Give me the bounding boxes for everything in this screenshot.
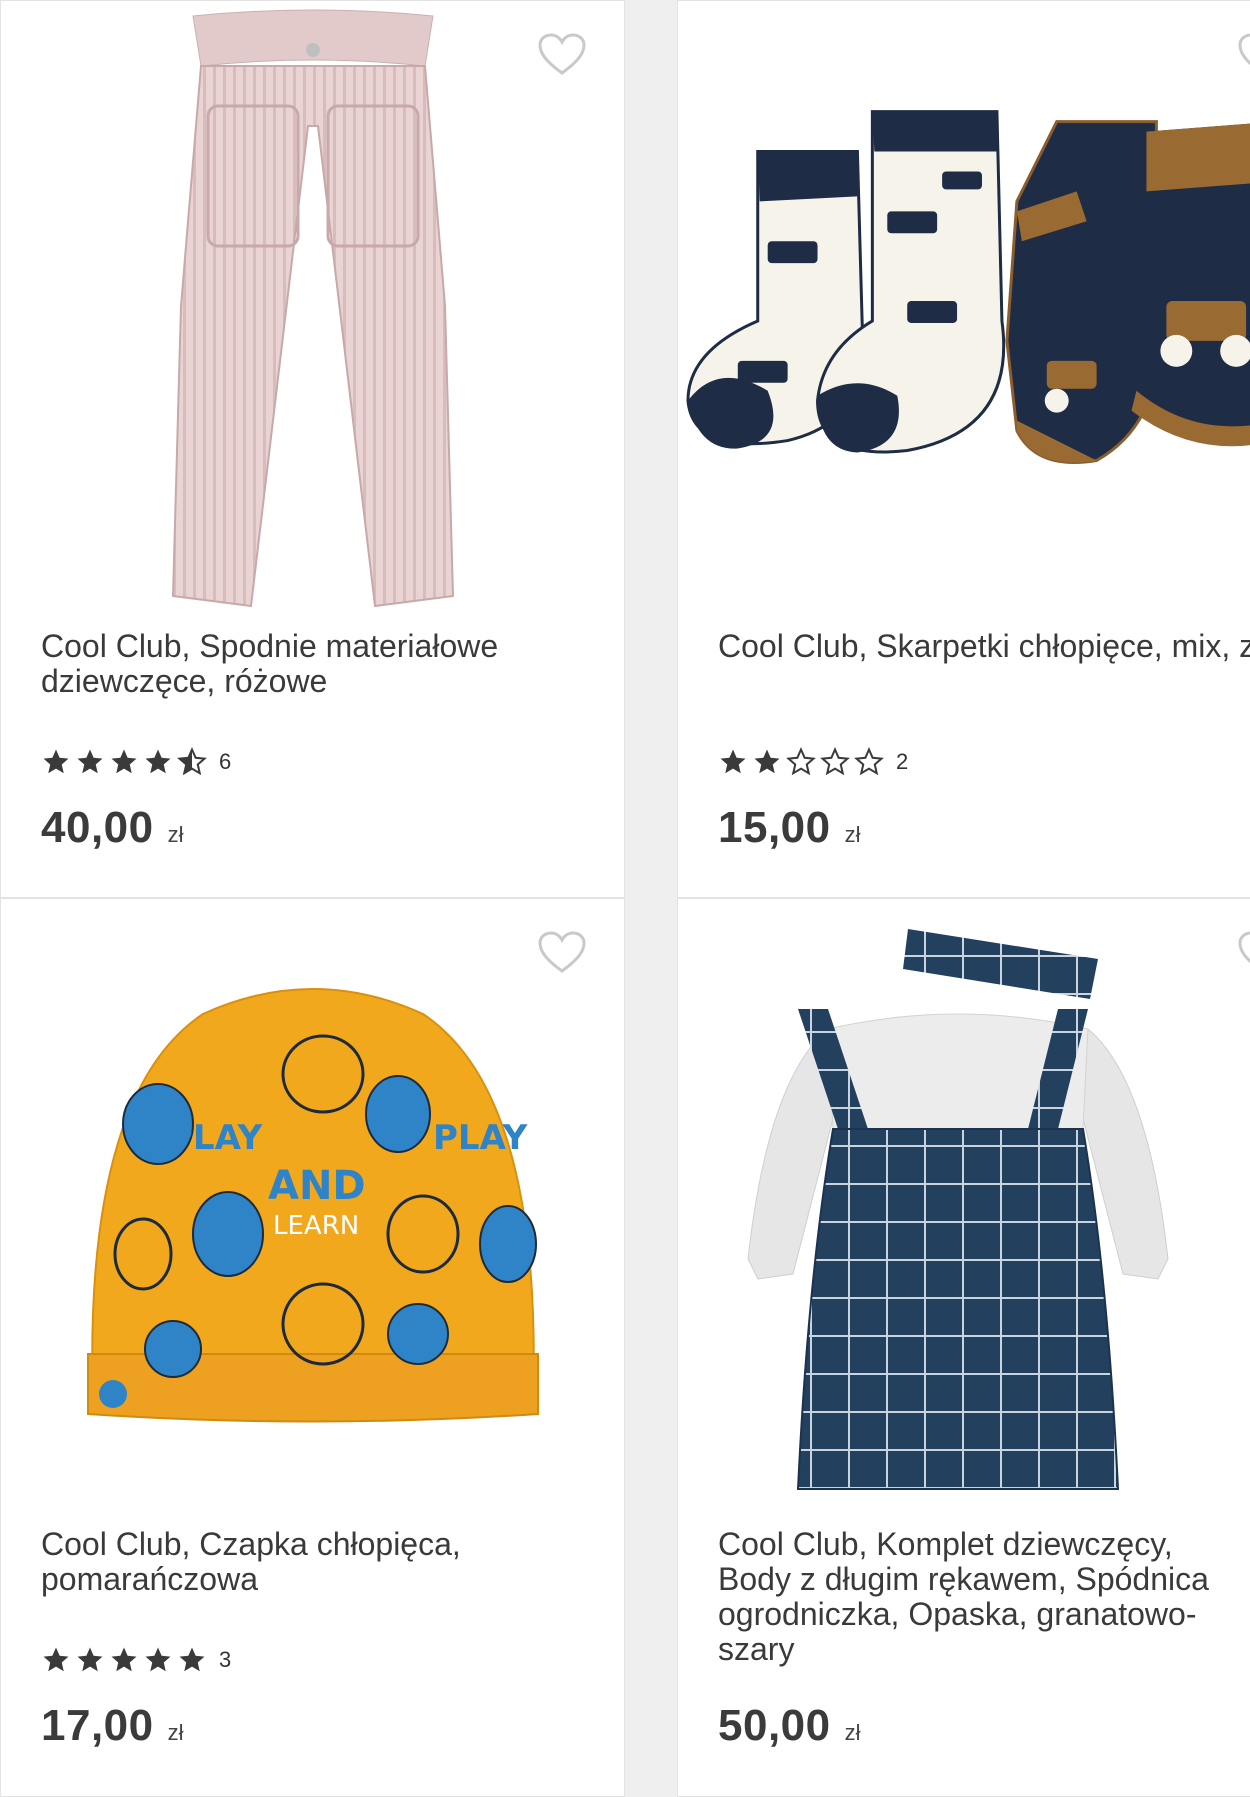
- product-price: 40,00 zł: [41, 803, 184, 853]
- star-filled-icon: [109, 747, 139, 777]
- price-amount: 40,00: [41, 803, 154, 852]
- star-filled-icon: [143, 1645, 173, 1675]
- star-filled-icon: [177, 1645, 207, 1675]
- price-amount: 50,00: [718, 1701, 831, 1750]
- product-rating: 3: [41, 1645, 231, 1675]
- product-card-socks[interactable]: Cool Club, Skarpetki chłopięce, mix, zes…: [677, 0, 1250, 898]
- product-title[interactable]: Cool Club, Spodnie materiałowe dziewczęc…: [41, 629, 601, 699]
- review-count: 6: [219, 749, 232, 774]
- price-currency: zł: [844, 1720, 861, 1745]
- star-outline-icon: [820, 747, 850, 777]
- star-filled-icon: [109, 1645, 139, 1675]
- product-image-socks[interactable]: [678, 1, 1250, 621]
- svg-text:AND: AND: [268, 1163, 366, 1209]
- product-price: 50,00 zł: [718, 1701, 861, 1751]
- product-title[interactable]: Cool Club, Czapka chłopięca, pomarańczow…: [41, 1527, 511, 1597]
- price-amount: 15,00: [718, 803, 831, 852]
- star-filled-icon: [41, 1645, 71, 1675]
- product-rating: 2: [718, 747, 908, 777]
- product-price: 17,00 zł: [41, 1701, 184, 1751]
- review-count: 2: [896, 749, 909, 774]
- star-filled-icon: [75, 747, 105, 777]
- product-rating: 6: [41, 747, 231, 777]
- price-amount: 17,00: [41, 1701, 154, 1750]
- product-title[interactable]: Cool Club, Komplet dziewczęcy, Body z dł…: [718, 1527, 1248, 1667]
- price-currency: zł: [167, 1720, 184, 1745]
- product-card-pants[interactable]: Cool Club, Spodnie materiałowe dziewczęc…: [0, 0, 625, 898]
- product-image-pants[interactable]: [1, 1, 624, 621]
- product-title[interactable]: Cool Club, Skarpetki chłopięce, mix, zes…: [718, 629, 1250, 664]
- star-half-icon: [177, 747, 207, 777]
- product-card-hat[interactable]: PLAY AND LEARN PLAY Cool Club, Czapka ch…: [0, 898, 625, 1797]
- star-filled-icon: [718, 747, 748, 777]
- svg-text:PLAY: PLAY: [433, 1118, 528, 1158]
- product-price: 15,00 zł: [718, 803, 861, 853]
- star-filled-icon: [752, 747, 782, 777]
- star-filled-icon: [75, 1645, 105, 1675]
- svg-text:LEARN: LEARN: [273, 1211, 359, 1241]
- rating-stars: [41, 1645, 207, 1675]
- star-outline-icon: [786, 747, 816, 777]
- product-image-dress-set[interactable]: [678, 899, 1250, 1519]
- star-filled-icon: [41, 747, 71, 777]
- review-count: 3: [219, 1647, 232, 1672]
- product-card-dress-set[interactable]: Cool Club, Komplet dziewczęcy, Body z dł…: [677, 898, 1250, 1797]
- product-image-hat[interactable]: PLAY AND LEARN PLAY: [1, 899, 624, 1519]
- star-filled-icon: [143, 747, 173, 777]
- svg-text:PLAY: PLAY: [168, 1118, 263, 1158]
- price-currency: zł: [844, 822, 861, 847]
- rating-stars: [718, 747, 884, 777]
- product-grid: Cool Club, Spodnie materiałowe dziewczęc…: [0, 0, 1250, 1797]
- rating-stars: [41, 747, 207, 777]
- star-outline-icon: [854, 747, 884, 777]
- price-currency: zł: [167, 822, 184, 847]
